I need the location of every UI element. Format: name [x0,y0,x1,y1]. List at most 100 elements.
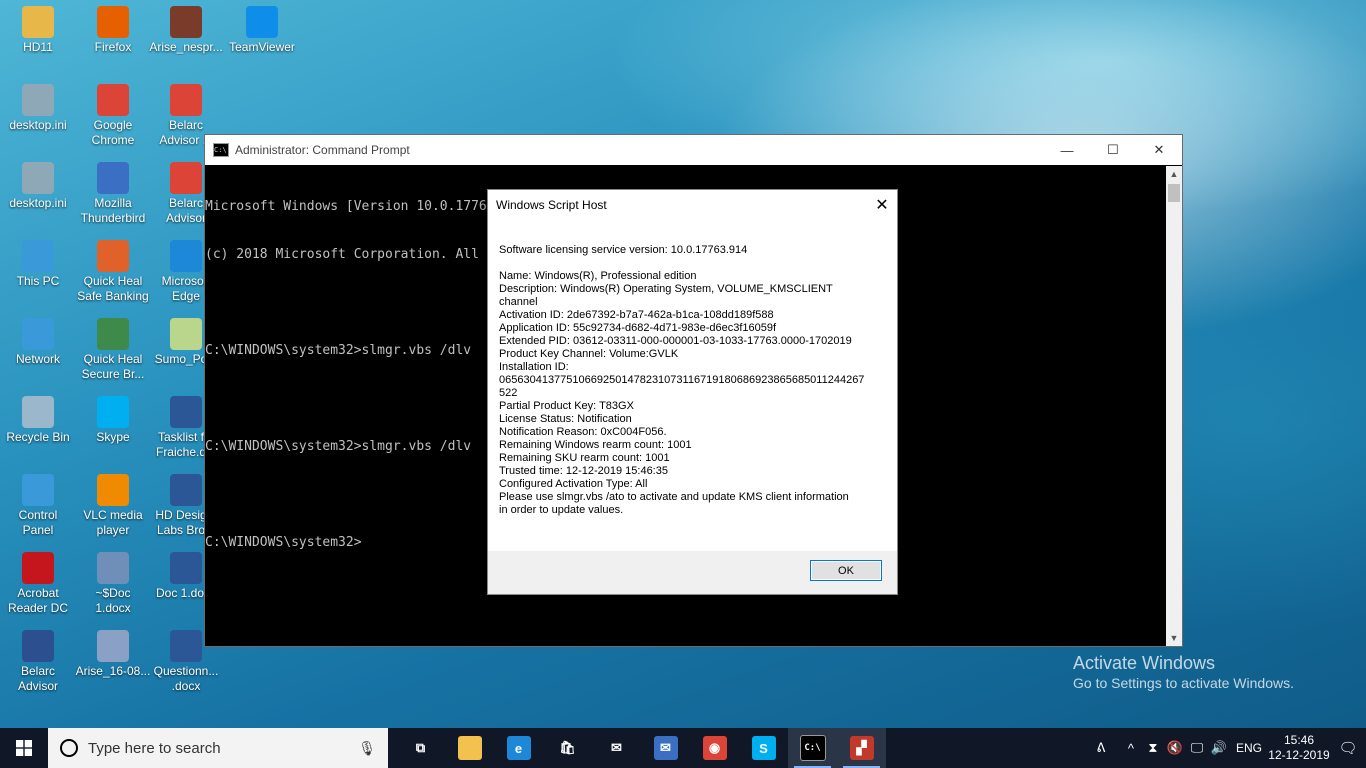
desktop-icon-label: This PC [16,274,60,288]
settings-file-icon [22,84,54,116]
cmd-icon: C:\ [799,735,826,761]
close-button[interactable]: ✕ [1136,135,1182,165]
word-doc-icon [170,630,202,662]
dialog-title-bar[interactable]: Windows Script Host ✕ [488,190,897,220]
word-doc-icon [170,396,202,428]
desktop-icon-label: Quick Heal Secure Br... [81,352,145,381]
script-host-icon: ▞ [849,736,874,760]
clock[interactable]: 15:46 12-12-2019 [1268,733,1330,763]
windows-script-host-dialog[interactable]: Windows Script Host ✕ Software licensing… [487,189,898,595]
dialog-message-line: 0656304137751066925014782310731167191806… [499,374,865,386]
windows-logo-icon [16,740,32,756]
microphone-icon[interactable]: 🎙 [358,740,376,757]
desktop-icon[interactable]: Mozilla Thunderbird [75,162,151,226]
belarc-icon [22,630,54,662]
desktop-icon[interactable]: desktop.ini [0,84,76,133]
system-tray: ᕕ ^ ⧗ 🔇 🖵 🔊 ENG 15:46 12-12-2019 🗨 [1090,728,1366,768]
display-icon[interactable]: 🖵 [1186,740,1208,756]
watermark-title: Activate Windows [1073,653,1216,673]
volume-icon[interactable]: 🔇 [1164,740,1186,756]
desktop-icon[interactable]: TeamViewer [224,6,300,55]
word-doc-icon [170,474,202,506]
dialog-message: Software licensing service version: 10.0… [499,244,879,517]
scroll-up-icon[interactable]: ▲ [1166,166,1182,182]
chrome-icon: ◉ [702,736,727,760]
cmd-title-bar[interactable]: C:\ Administrator: Command Prompt — ☐ ✕ [205,135,1182,165]
taskbar-app-script-host[interactable]: ▞ [837,728,886,768]
dialog-message-line: Software licensing service version: 10.0… [499,244,748,256]
vlc-icon [97,474,129,506]
desktop-icon[interactable]: Recycle Bin [0,396,76,445]
dialog-message-line: License Status: Notification [499,413,632,425]
desktop-icon[interactable]: Arise_nespr... [148,6,224,55]
desktop-icon-label: Recycle Bin [6,430,70,444]
dialog-message-line: Trusted time: 12-12-2019 15:46:35 [499,465,668,477]
folder-icon [457,736,482,760]
dialog-message-line: Please use slmgr.vbs /ato to activate an… [499,491,849,503]
show-hidden-icons-chevron-icon[interactable]: ^ [1120,741,1142,756]
desktop-icon[interactable]: Arise_16-08... [75,630,151,679]
minimize-button[interactable]: — [1044,135,1090,165]
teamviewer-icon [246,6,278,38]
desktop-icon[interactable]: Acrobat Reader DC [0,552,76,616]
chrome-icon [170,84,202,116]
taskbar-app-command-prompt[interactable]: C:\ [788,728,837,768]
desktop-icon-label: Arise_nespr... [149,40,223,54]
dialog-message-line: 522 [499,387,518,399]
desktop-icon[interactable]: Google Chrome [75,84,151,148]
scrollbar-thumb[interactable] [1168,184,1180,202]
start-button[interactable] [0,728,48,768]
desktop-icon-label: Questionn... .docx [153,664,219,693]
dialog-close-button[interactable]: ✕ [867,190,897,220]
taskbar: Type here to search 🎙 ⧉ e 🛍 ✉ ✉ ◉ S C:\ ▞ ᕕ ^ ⧗ … [0,728,1366,768]
taskbar-search-box[interactable]: Type here to search 🎙 [48,728,388,768]
taskbar-app-skype[interactable]: S [739,728,788,768]
desktop-icon-label: desktop.ini [9,196,67,210]
taskbar-app-chrome[interactable]: ◉ [690,728,739,768]
network-status-icon[interactable]: ⧗ [1142,740,1164,756]
skype-icon [97,396,129,428]
desktop-icon-label: TeamViewer [229,40,295,54]
clock-date: 12-12-2019 [1268,748,1330,762]
desktop-icon[interactable]: Quick Heal Safe Banking [75,240,151,304]
dialog-message-line: Installation ID: [499,361,569,373]
people-icon[interactable]: ᕕ [1090,740,1112,756]
speaker-icon[interactable]: 🔊 [1208,740,1230,756]
cmd-scrollbar[interactable]: ▲ ▼ [1166,166,1182,646]
desktop-icon[interactable]: Firefox [75,6,151,55]
taskbar-app-edge[interactable]: e [494,728,543,768]
taskbar-app-store[interactable]: 🛍 [543,728,592,768]
desktop-icon[interactable]: Belarc Advisor [0,630,76,694]
language-indicator[interactable]: ENG [1236,741,1262,755]
desktop-icon[interactable]: desktop.ini [0,162,76,211]
dialog-message-line: in order to update values. [499,504,624,516]
ok-button[interactable]: OK [810,560,882,581]
desktop-icon-label: desktop.ini [9,118,67,132]
image-icon [170,6,202,38]
desktop-icon[interactable]: Quick Heal Secure Br... [75,318,151,382]
scroll-down-icon[interactable]: ▼ [1166,630,1182,646]
desktop-icon[interactable]: HD11 [0,6,76,55]
sumo-icon [170,318,202,350]
desktop-icon[interactable]: Skype [75,396,151,445]
desktop-icon-label: Mozilla Thunderbird [80,196,146,225]
taskbar-app-mail[interactable]: ✉ [592,728,641,768]
clock-time: 15:46 [1283,733,1315,747]
maximize-button[interactable]: ☐ [1090,135,1136,165]
desktop-icon[interactable]: This PC [0,240,76,289]
taskbar-app-task-view[interactable]: ⧉ [396,728,445,768]
search-icon [60,739,78,757]
desktop-icon[interactable]: Network [0,318,76,367]
action-center-icon[interactable]: 🗨 [1330,739,1366,757]
desktop-icon[interactable]: Control Panel [0,474,76,538]
desktop-icon-label: Network [15,352,60,366]
desktop-icon[interactable]: VLC media player [75,474,151,538]
desktop-icon[interactable]: ~$Doc 1.docx [75,552,151,616]
taskbar-app-thunderbird[interactable]: ✉ [641,728,690,768]
cmd-icon: C:\ [213,143,229,157]
dialog-message-line: Activation ID: 2de67392-b7a7-462a-b1ca-1… [499,309,774,321]
quick-heal-banking-icon [97,240,129,272]
desktop-icon-label: Belarc Advisor [17,664,58,693]
taskbar-app-file-explorer[interactable] [445,728,494,768]
search-placeholder: Type here to search [88,739,221,757]
